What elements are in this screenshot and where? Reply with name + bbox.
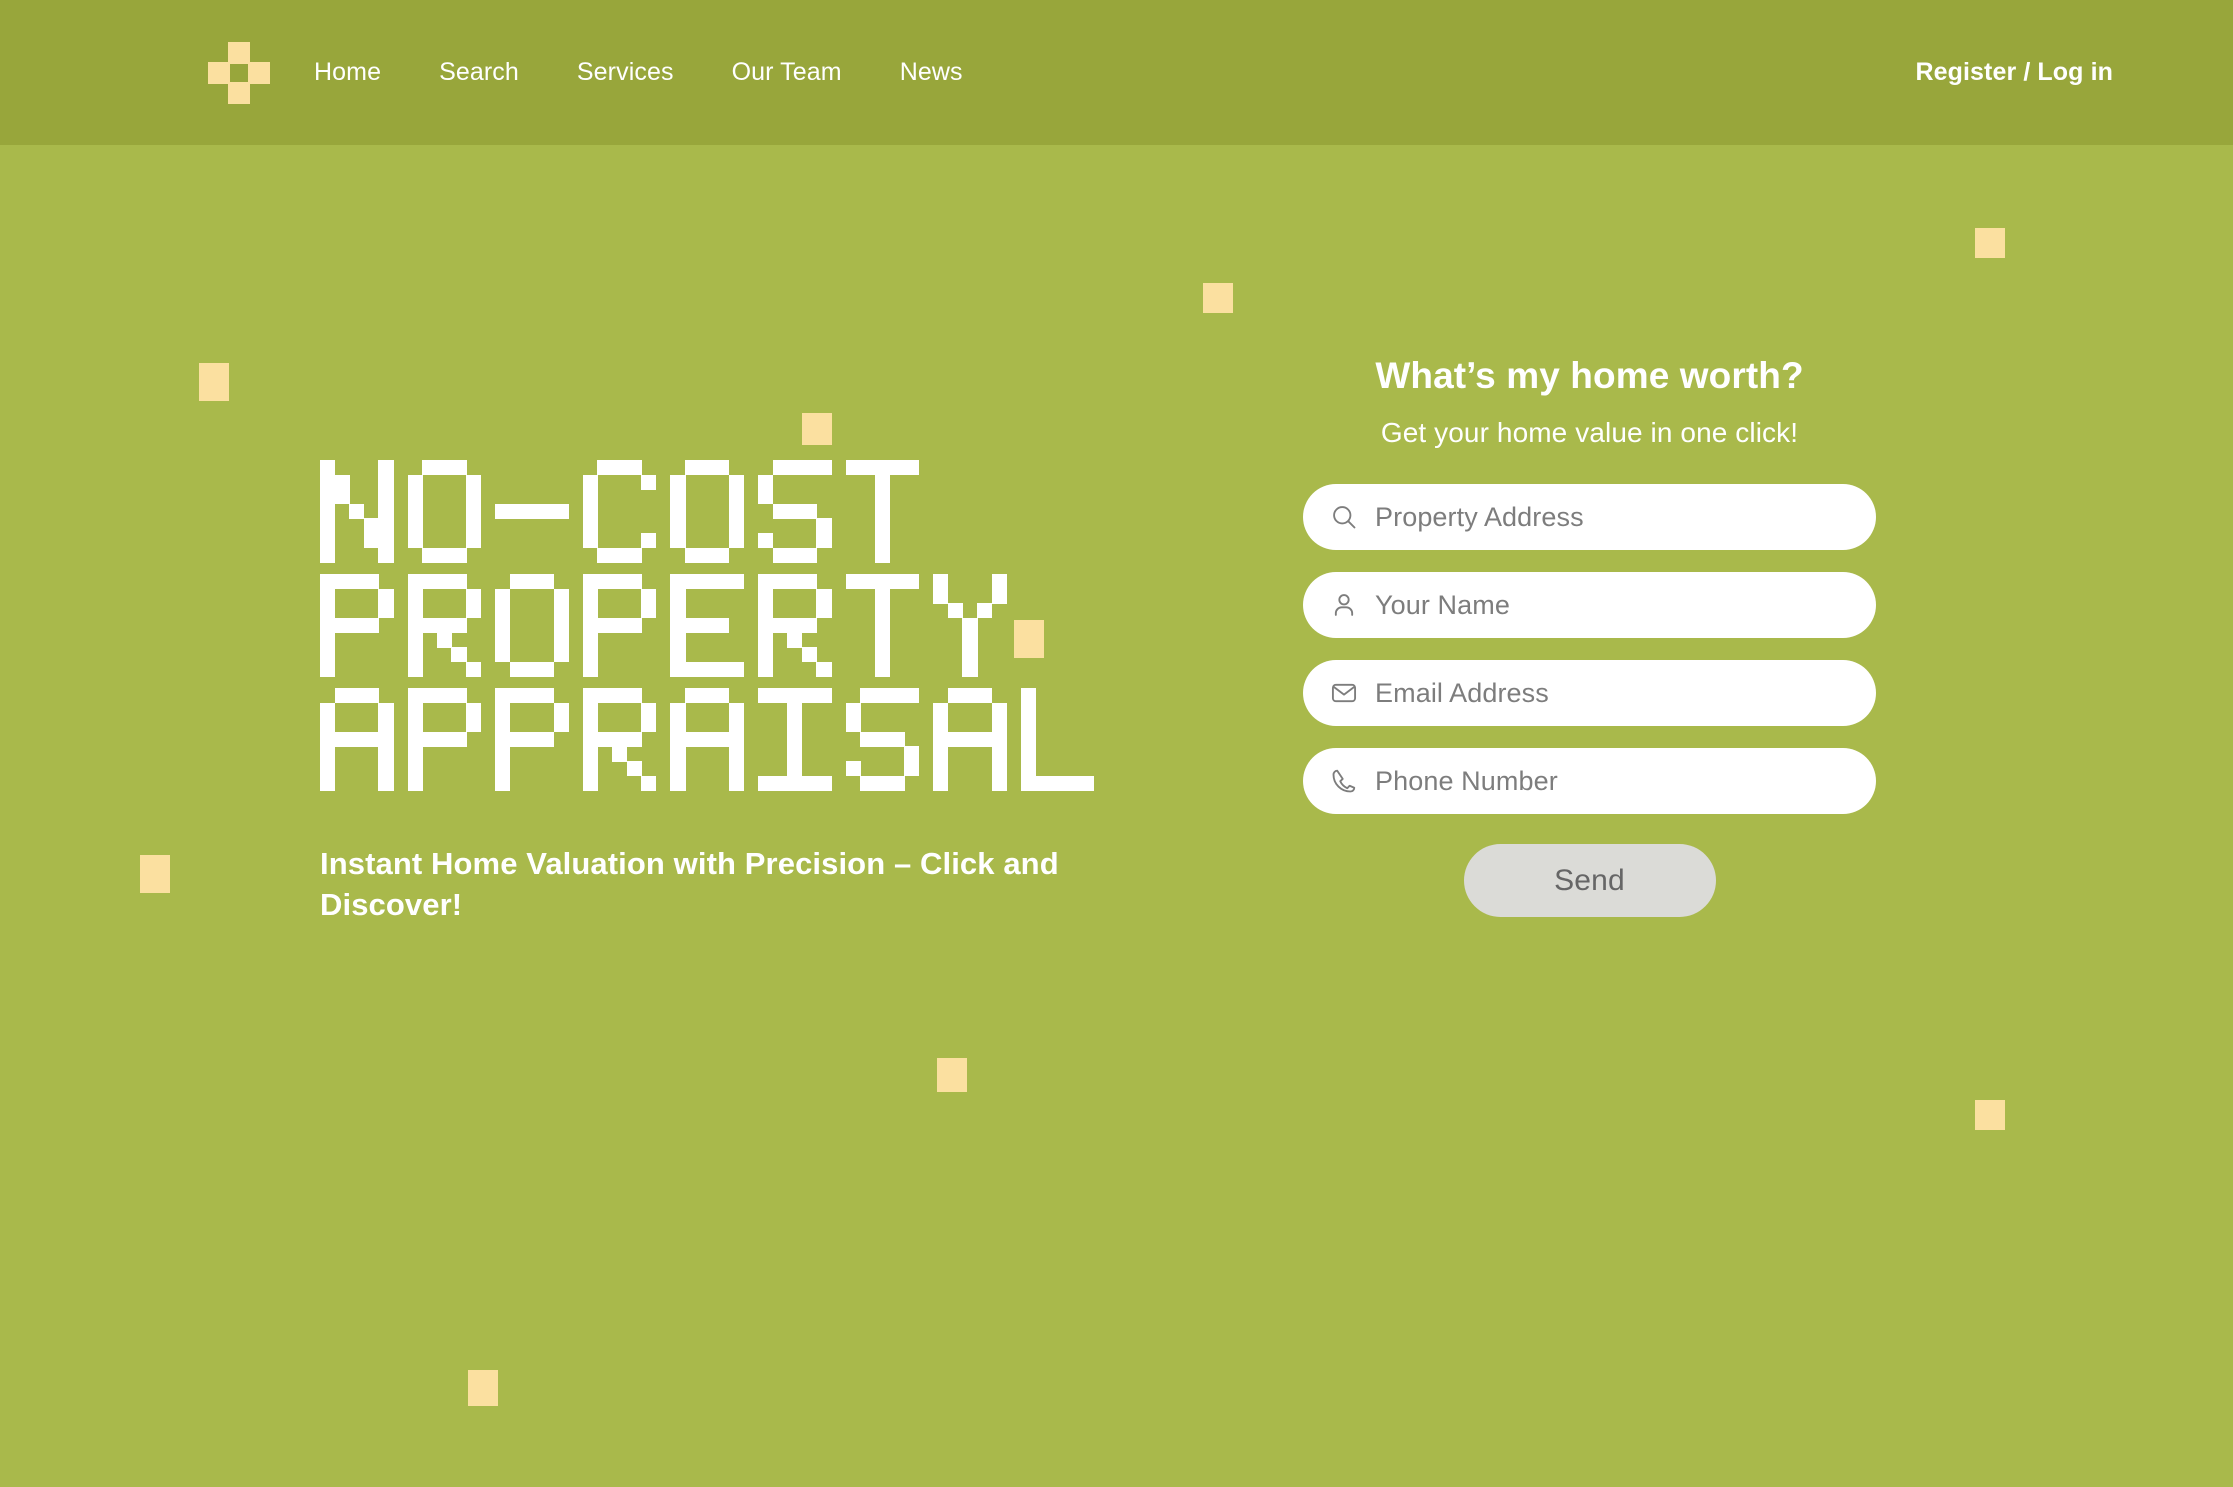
form-title: What’s my home worth? — [1375, 355, 1804, 396]
nav-item-search[interactable]: Search — [439, 52, 519, 93]
nav-item-news[interactable]: News — [900, 52, 963, 93]
envelope-icon — [1329, 678, 1359, 708]
hero-left-column: Instant Home Valuation with Precision – … — [320, 460, 1140, 925]
phone-number-field[interactable]: Phone Number — [1303, 748, 1876, 814]
send-button[interactable]: Send — [1463, 844, 1716, 917]
your-name-field[interactable]: Your Name — [1303, 572, 1876, 638]
decorative-square — [468, 1370, 498, 1406]
logo-square-left — [208, 61, 230, 84]
nav-item-services[interactable]: Services — [577, 52, 674, 93]
nav-item-home[interactable]: Home — [314, 52, 381, 93]
hero-subtitle: Instant Home Valuation with Precision – … — [320, 846, 1059, 923]
page-title-line — [320, 460, 1140, 563]
valuation-form: What’s my home worth? Get your home valu… — [1303, 355, 1876, 917]
logo-square-bottom — [228, 81, 250, 104]
page-title-line — [320, 574, 1140, 677]
phone-number-placeholder: Phone Number — [1375, 765, 1558, 796]
nav-item-our-team[interactable]: Our Team — [732, 52, 842, 93]
form-subtitle: Get your home value in one click! — [1380, 417, 1799, 448]
site-header: Home Search Services Our Team News Regis… — [0, 0, 2233, 145]
decorative-square — [937, 1058, 967, 1092]
decorative-square — [1975, 1100, 2005, 1130]
decorative-square — [199, 363, 229, 401]
decorative-square — [802, 413, 832, 445]
register-login-link[interactable]: Register / Log in — [1915, 58, 2113, 87]
page-title — [320, 460, 1140, 791]
main-navigation: Home Search Services Our Team News — [314, 52, 963, 93]
logo-square-right — [248, 61, 270, 84]
email-address-field[interactable]: Email Address — [1303, 660, 1876, 726]
decorative-square — [140, 855, 170, 893]
user-icon — [1329, 590, 1359, 620]
email-address-placeholder: Email Address — [1375, 677, 1549, 708]
header-inner: Home Search Services Our Team News Regis… — [0, 0, 2233, 145]
property-address-placeholder: Property Address — [1375, 501, 1584, 532]
property-address-field[interactable]: Property Address — [1303, 484, 1876, 550]
decorative-square — [1975, 228, 2005, 258]
page-title-line — [320, 688, 1140, 791]
phone-icon — [1329, 766, 1359, 796]
decorative-square — [1203, 283, 1233, 313]
search-icon — [1329, 502, 1359, 532]
logo-square-top — [228, 41, 250, 64]
your-name-placeholder: Your Name — [1375, 589, 1510, 620]
plus-logo[interactable] — [208, 41, 270, 104]
send-button-wrapper: Send — [1303, 844, 1876, 917]
